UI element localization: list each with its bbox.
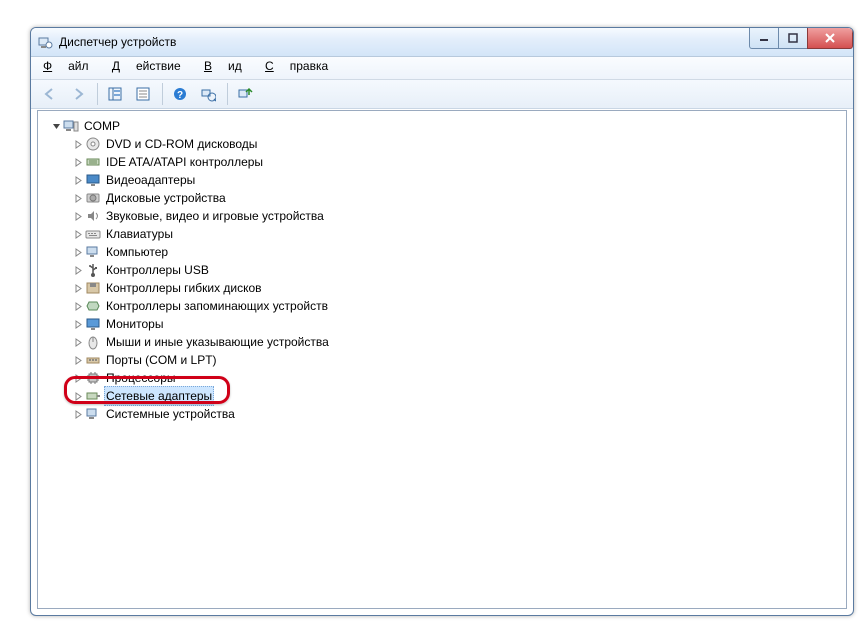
expand-icon[interactable] <box>72 194 84 203</box>
menu-view[interactable]: Вид <box>200 59 244 73</box>
port-icon <box>85 352 101 368</box>
tree-item-label: IDE ATA/ATAPI контроллеры <box>104 153 265 171</box>
device-manager-window: Диспетчер устройств Файл Действие Вид Сп… <box>30 27 854 616</box>
tree-item-label: Порты (COM и LPT) <box>104 351 219 369</box>
mouse-icon <box>85 334 101 350</box>
tree-item-label: Контроллеры USB <box>104 261 211 279</box>
computer-icon <box>63 118 79 134</box>
tree-item[interactable]: Звуковые, видео и игровые устройства <box>42 207 846 225</box>
update-driver-button[interactable] <box>232 81 258 107</box>
tree-item-label: Сетевые адаптеры <box>104 386 214 406</box>
forward-button[interactable] <box>65 81 91 107</box>
tree-item-label: Системные устройства <box>104 405 237 423</box>
tree-item-label: Мониторы <box>104 315 165 333</box>
computer-icon <box>85 244 101 260</box>
floppyctl-icon <box>85 280 101 296</box>
tree-panel[interactable]: COMPDVD и CD-ROM дисководыIDE ATA/ATAPI … <box>37 110 847 609</box>
ide-icon <box>85 154 101 170</box>
system-icon <box>85 406 101 422</box>
svg-text:?: ? <box>177 90 183 101</box>
network-icon <box>85 388 101 404</box>
tree-item[interactable]: Клавиатуры <box>42 225 846 243</box>
tree-item-label: Звуковые, видео и игровые устройства <box>104 207 326 225</box>
tree-item-label: Клавиатуры <box>104 225 175 243</box>
tree-item[interactable]: Контроллеры гибких дисков <box>42 279 846 297</box>
tree-item-label: DVD и CD-ROM дисководы <box>104 135 259 153</box>
tree-item[interactable]: Дисковые устройства <box>42 189 846 207</box>
tree-item-label: Контроллеры запоминающих устройств <box>104 297 330 315</box>
expand-icon[interactable] <box>72 374 84 383</box>
tree-root-label: COMP <box>82 117 122 135</box>
show-hide-tree-button[interactable] <box>102 81 128 107</box>
tree-item-label: Дисковые устройства <box>104 189 228 207</box>
help-button[interactable]: ? <box>167 81 193 107</box>
cpu-icon <box>85 370 101 386</box>
tree-item[interactable]: Системные устройства <box>42 405 846 423</box>
expand-icon[interactable] <box>72 266 84 275</box>
tree-item[interactable]: Контроллеры запоминающих устройств <box>42 297 846 315</box>
collapse-icon[interactable] <box>50 122 62 131</box>
tree-item-label: Процессоры <box>104 369 178 387</box>
sound-icon <box>85 208 101 224</box>
back-button[interactable] <box>37 81 63 107</box>
toolbar-separator <box>97 83 98 105</box>
keyboard-icon <box>85 226 101 242</box>
expand-icon[interactable] <box>72 392 84 401</box>
toolbar: ? <box>31 80 853 109</box>
menu-help[interactable]: Справка <box>261 59 330 73</box>
menu-action[interactable]: Действие <box>108 59 183 73</box>
scan-hardware-button[interactable] <box>195 81 221 107</box>
expand-icon[interactable] <box>72 410 84 419</box>
usb-icon <box>85 262 101 278</box>
expand-icon[interactable] <box>72 230 84 239</box>
expand-icon[interactable] <box>72 302 84 311</box>
tree-item[interactable]: IDE ATA/ATAPI контроллеры <box>42 153 846 171</box>
tree-root[interactable]: COMP <box>42 117 846 135</box>
device-tree: COMPDVD и CD-ROM дисководыIDE ATA/ATAPI … <box>38 111 846 423</box>
hdd-icon <box>85 190 101 206</box>
monitor-icon <box>85 316 101 332</box>
window-title: Диспетчер устройств <box>59 35 176 49</box>
expand-icon[interactable] <box>72 356 84 365</box>
tree-item-label: Мыши и иные указывающие устройства <box>104 333 331 351</box>
close-button[interactable] <box>807 28 853 49</box>
titlebar: Диспетчер устройств <box>31 28 853 57</box>
tree-item[interactable]: Процессоры <box>42 369 846 387</box>
expand-icon[interactable] <box>72 212 84 221</box>
tree-item[interactable]: DVD и CD-ROM дисководы <box>42 135 846 153</box>
tree-item[interactable]: Мониторы <box>42 315 846 333</box>
storage-icon <box>85 298 101 314</box>
tree-item-label: Компьютер <box>104 243 170 261</box>
expand-icon[interactable] <box>72 140 84 149</box>
expand-icon[interactable] <box>72 338 84 347</box>
expand-icon[interactable] <box>72 176 84 185</box>
tree-item[interactable]: Сетевые адаптеры <box>42 387 846 405</box>
expand-icon[interactable] <box>72 158 84 167</box>
menu-file[interactable]: Файл <box>39 59 91 73</box>
toolbar-separator <box>162 83 163 105</box>
expand-icon[interactable] <box>72 284 84 293</box>
expand-icon[interactable] <box>72 248 84 257</box>
tree-item[interactable]: Видеоадаптеры <box>42 171 846 189</box>
tree-item[interactable]: Контроллеры USB <box>42 261 846 279</box>
disc-icon <box>85 136 101 152</box>
tree-item-label: Контроллеры гибких дисков <box>104 279 264 297</box>
tree-item[interactable]: Компьютер <box>42 243 846 261</box>
tree-item[interactable]: Мыши и иные указывающие устройства <box>42 333 846 351</box>
tree-item-label: Видеоадаптеры <box>104 171 197 189</box>
tree-item[interactable]: Порты (COM и LPT) <box>42 351 846 369</box>
properties-button[interactable] <box>130 81 156 107</box>
app-icon <box>37 34 53 50</box>
toolbar-separator <box>227 83 228 105</box>
menubar: Файл Действие Вид Справка <box>31 57 853 80</box>
display-icon <box>85 172 101 188</box>
maximize-button[interactable] <box>778 28 808 49</box>
window-buttons <box>750 28 853 48</box>
minimize-button[interactable] <box>749 28 779 49</box>
expand-icon[interactable] <box>72 320 84 329</box>
